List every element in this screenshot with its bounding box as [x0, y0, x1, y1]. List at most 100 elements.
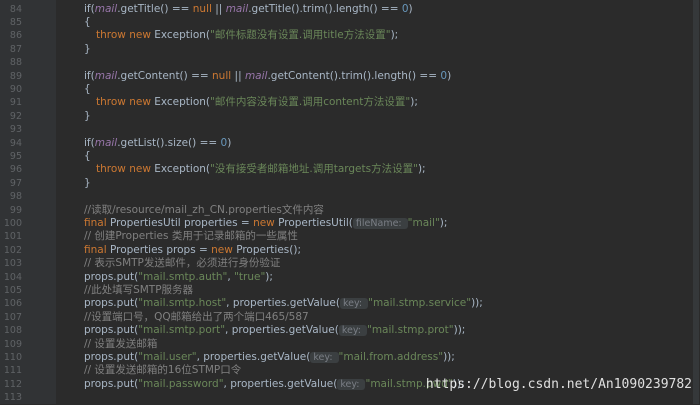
- line-number: 110: [3, 351, 22, 363]
- code-text: throw new Exception("邮件内容没有设置.调用content方…: [96, 96, 418, 109]
- code-token: {: [84, 15, 91, 28]
- line-number: 93: [9, 124, 22, 136]
- code-token: .getTitle().trim().length() ==: [248, 2, 402, 15]
- code-token: mail: [94, 136, 118, 149]
- code-text: {: [84, 83, 91, 96]
- code-token: , properties.getValue(: [196, 350, 311, 363]
- code-token: );: [265, 270, 273, 283]
- code-line[interactable]: 98: [0, 190, 700, 203]
- code-line[interactable]: 99 //读取/resource/mail_zh_CN.properties文件内…: [0, 204, 700, 217]
- code-token: if(: [84, 2, 95, 15]
- vertical-scrollbar[interactable]: [690, 0, 700, 404]
- code-line[interactable]: 105 //此处填写SMTP服务器: [0, 284, 700, 297]
- line-number: 99: [9, 204, 22, 216]
- code-token: //读取/resource/mail_zh_CN.properties文件内容: [84, 203, 324, 216]
- code-token: props.put(: [84, 377, 139, 390]
- code-line[interactable]: 109 // 设置发送邮箱: [0, 338, 700, 351]
- line-number: 87: [9, 43, 22, 55]
- code-text: props.put("mail.password", properties.ge…: [84, 378, 464, 391]
- line-number: 98: [9, 191, 22, 203]
- code-token: .getContent().trim().length() ==: [267, 69, 441, 82]
- code-text: // 设置发送邮箱: [84, 338, 157, 351]
- code-line[interactable]: 94 if(mail.getList().size() == 0): [0, 137, 700, 150]
- code-token: if(: [84, 136, 95, 149]
- code-line[interactable]: 93: [0, 123, 700, 136]
- code-token: , properties.getValue(: [223, 377, 338, 390]
- watermark-url: https://blog.csdn.net/An1090239782: [425, 377, 692, 392]
- code-token: mail: [225, 2, 249, 15]
- code-token: .getContent() ==: [117, 69, 213, 82]
- code-token: //设置端口号，QQ邮箱给出了两个端口465/587: [84, 310, 309, 323]
- line-number: 92: [9, 110, 22, 122]
- code-line[interactable]: 89 if(mail.getContent() == null || mail.g…: [0, 70, 700, 83]
- code-token: Properties props =: [109, 243, 212, 256]
- line-number: 94: [9, 137, 22, 149]
- code-token: ));: [443, 350, 455, 363]
- code-token: }: [84, 42, 91, 55]
- code-line[interactable]: 96 throw new Exception("没有接受者邮箱地址.调用targe…: [0, 163, 700, 176]
- code-line[interactable]: 97}: [0, 177, 700, 190]
- line-number: 95: [9, 150, 22, 162]
- code-token: props.put(: [84, 324, 139, 337]
- code-token: "mail": [407, 216, 440, 229]
- code-line[interactable]: 87}: [0, 43, 700, 56]
- code-text: if(mail.getList().size() == 0): [84, 137, 231, 150]
- code-line[interactable]: 100 final PropertiesUtil properties = new…: [0, 217, 700, 230]
- code-token: .getList().size() ==: [117, 136, 221, 149]
- code-line[interactable]: 107 //设置端口号，QQ邮箱给出了两个端口465/587: [0, 311, 700, 324]
- code-token: "mail.smtp.auth": [138, 270, 228, 283]
- code-line[interactable]: 111 // 设置发送邮箱的16位STMP口令: [0, 364, 700, 377]
- code-editor[interactable]: 84 if(mail.getTitle() == null || mail.get…: [0, 0, 700, 404]
- code-token: if(: [84, 69, 95, 82]
- code-token: final: [84, 243, 110, 256]
- code-line[interactable]: 92}: [0, 110, 700, 123]
- line-number: 104: [3, 271, 22, 283]
- code-line[interactable]: 90 {: [0, 83, 700, 96]
- code-line[interactable]: 108 props.put("mail.smtp.port", propertie…: [0, 324, 700, 337]
- code-token: "mail.password": [138, 377, 224, 390]
- code-token: "true": [234, 270, 266, 283]
- code-text: //读取/resource/mail_zh_CN.properties文件内容: [84, 204, 324, 217]
- code-text: final PropertiesUtil properties = new Pr…: [84, 217, 447, 230]
- line-number: 89: [9, 70, 22, 82]
- code-line[interactable]: 101 // 创建Properties 类用于记录邮箱的一些属性: [0, 230, 700, 243]
- code-token: "邮件标题没有设置.调用title方法设置": [210, 29, 391, 42]
- line-number: 97: [9, 177, 22, 189]
- code-token: "没有接受者邮箱地址.调用targets方法设置": [210, 163, 418, 176]
- code-token: ): [447, 69, 452, 82]
- code-text: props.put("mail.smtp.host", properties.g…: [84, 297, 483, 310]
- code-text: {: [84, 16, 91, 29]
- code-line[interactable]: 103 // 表示SMTP发送邮件，必须进行身份验证: [0, 257, 700, 270]
- code-line[interactable]: 86 throw new Exception("邮件标题没有设置.调用title方…: [0, 29, 700, 42]
- code-token: "mail.stmp.service": [368, 297, 472, 310]
- code-text: props.put("mail.smtp.port", properties.g…: [84, 324, 465, 337]
- code-line[interactable]: 88: [0, 56, 700, 69]
- code-line[interactable]: 91 throw new Exception("邮件内容没有设置.调用conten…: [0, 96, 700, 109]
- code-token: "mail.user": [138, 350, 197, 363]
- code-token: //此处填写SMTP服务器: [84, 283, 194, 296]
- code-token: "邮件内容没有设置.调用content方法设置": [210, 96, 411, 109]
- parameter-hint: key:: [338, 325, 367, 337]
- code-token: PropertiesUtil properties =: [109, 216, 254, 229]
- code-line[interactable]: 104 props.put("mail.smtp.auth", "true");: [0, 271, 700, 284]
- code-token: ));: [471, 297, 483, 310]
- code-line[interactable]: 102 final Properties props = new Properti…: [0, 244, 700, 257]
- code-text: props.put("mail.smtp.auth", "true");: [84, 271, 273, 284]
- code-line[interactable]: 95 {: [0, 150, 700, 163]
- code-token: null: [192, 2, 212, 15]
- line-number: 90: [9, 83, 22, 95]
- line-number: 107: [3, 311, 22, 323]
- code-text: //设置端口号，QQ邮箱给出了两个端口465/587: [84, 311, 309, 324]
- code-token: // 设置发送邮箱: [84, 337, 158, 350]
- code-line[interactable]: 85 {: [0, 16, 700, 29]
- code-line[interactable]: 84 if(mail.getTitle() == null || mail.get…: [0, 3, 700, 16]
- line-number: 112: [3, 378, 22, 390]
- code-line[interactable]: 110 props.put("mail.user", properties.get…: [0, 351, 700, 364]
- code-line[interactable]: 113: [0, 391, 700, 404]
- parameter-hint: fileName:: [352, 217, 408, 229]
- code-text: // 创建Properties 类用于记录邮箱的一些属性: [84, 230, 298, 243]
- scrollbar-thumb[interactable]: [693, 0, 699, 404]
- code-token: ||: [231, 69, 245, 82]
- code-line[interactable]: 106 props.put("mail.smtp.host", propertie…: [0, 297, 700, 310]
- code-text: throw new Exception("没有接受者邮箱地址.调用targets…: [96, 163, 426, 176]
